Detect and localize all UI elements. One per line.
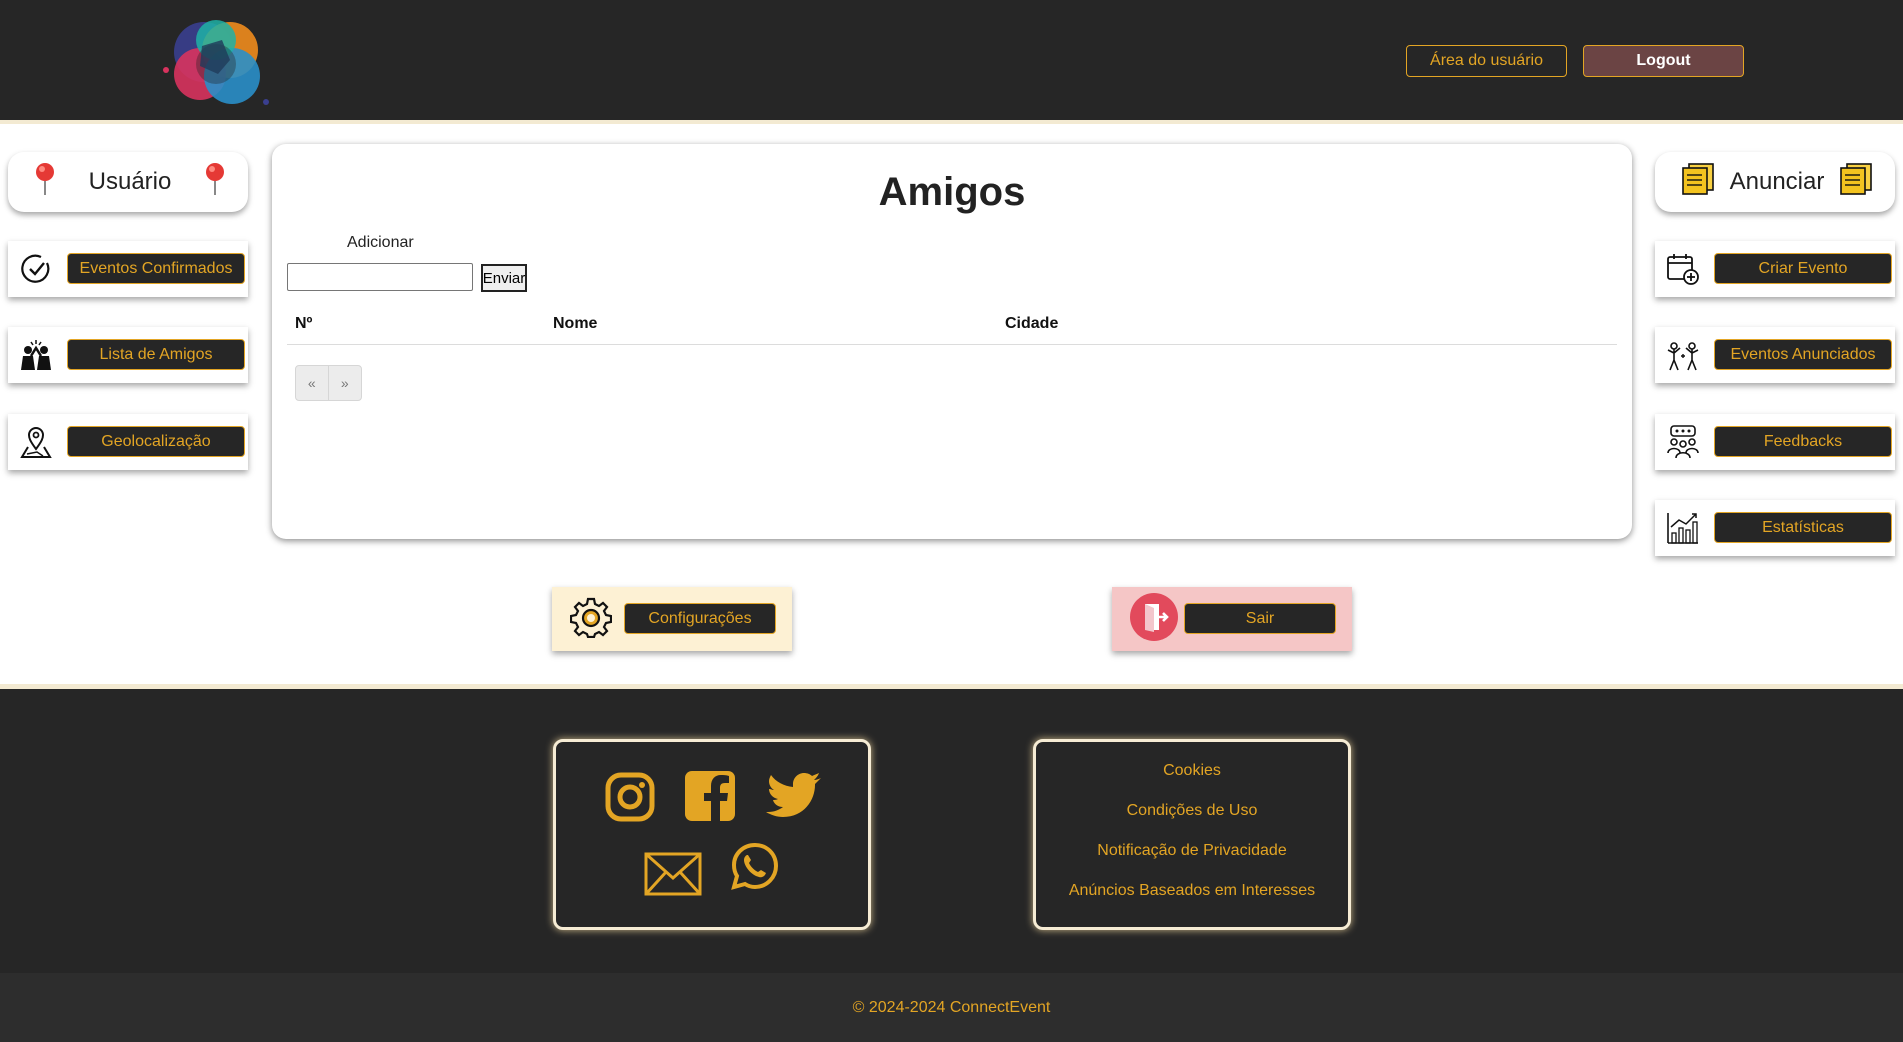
friends-panel: Amigos Adicionar Enviar Nº Nome Cidade «… <box>272 144 1632 539</box>
feedback-icon <box>1665 424 1701 460</box>
column-header-name: Nome <box>553 315 598 332</box>
pushpin-icon <box>34 162 56 203</box>
logout-button[interactable]: Logout <box>1583 45 1744 77</box>
sidebar-item-label[interactable]: Geolocalização <box>67 426 245 457</box>
sticky-notes-icon <box>1681 162 1715 203</box>
copyright: © 2024-2024 ConnectEvent <box>0 973 1903 1042</box>
sidebar-item-label[interactable]: Criar Evento <box>1714 253 1892 284</box>
gear-icon <box>569 596 613 643</box>
sidebar-item-label[interactable]: Lista de Amigos <box>67 339 245 370</box>
sidebar-item-label[interactable]: Eventos Confirmados <box>67 253 245 284</box>
check-circle-icon <box>18 251 54 287</box>
user-section-title: Usuário <box>8 152 248 212</box>
column-header-number: Nº <box>295 315 313 332</box>
social-links-box <box>553 739 871 930</box>
pushpin-icon <box>204 162 226 203</box>
settings-card[interactable]: Configurações <box>552 587 792 651</box>
mail-icon[interactable] <box>644 852 702 901</box>
user-section-title-label: Usuário <box>88 168 172 195</box>
twitter-icon[interactable] <box>766 772 822 825</box>
footer-link-cookies[interactable]: Cookies <box>1163 762 1221 785</box>
page-title: Amigos <box>878 170 1026 214</box>
sidebar-item-confirmed-events[interactable]: Eventos Confirmados <box>8 241 248 297</box>
sticky-notes-icon <box>1839 162 1873 203</box>
friends-table-header: Nº Nome Cidade <box>287 315 1617 345</box>
footer-link-ads[interactable]: Anúncios Baseados em Interesses <box>1069 882 1315 905</box>
sidebar-item-label[interactable]: Eventos Anunciados <box>1714 339 1892 370</box>
sidebar-item-announced-events[interactable]: Eventos Anunciados <box>1655 327 1895 383</box>
announce-section-title: Anunciar <box>1655 152 1895 212</box>
friends-icon <box>18 337 54 373</box>
whatsapp-icon[interactable] <box>731 842 779 895</box>
next-page-button[interactable]: » <box>329 366 362 400</box>
submit-button[interactable]: Enviar <box>481 264 527 292</box>
previous-page-button[interactable]: « <box>296 366 329 400</box>
instagram-icon[interactable] <box>605 772 655 827</box>
add-friend-label: Adicionar <box>347 234 414 251</box>
sidebar-item-create-event[interactable]: Criar Evento <box>1655 241 1895 297</box>
calendar-add-icon <box>1665 251 1701 287</box>
people-celebrate-icon <box>1665 337 1701 373</box>
footer-link-privacy[interactable]: Notificação de Privacidade <box>1097 842 1286 865</box>
sidebar-item-statistics[interactable]: Estatísticas <box>1655 500 1895 556</box>
top-navbar: Área do usuário Logout <box>0 0 1903 124</box>
facebook-icon[interactable] <box>684 770 736 827</box>
exit-door-icon <box>1130 592 1178 646</box>
sidebar-item-friends-list[interactable]: Lista de Amigos <box>8 327 248 383</box>
sidebar-item-feedbacks[interactable]: Feedbacks <box>1655 414 1895 470</box>
add-friend-input[interactable] <box>287 263 473 291</box>
exit-card[interactable]: Sair <box>1112 587 1352 651</box>
legal-links-box: Cookies Condições de Uso Notificação de … <box>1033 739 1351 930</box>
footer-link-terms[interactable]: Condições de Uso <box>1127 802 1258 825</box>
sidebar-item-label[interactable]: Estatísticas <box>1714 512 1892 543</box>
column-header-city: Cidade <box>1005 315 1059 332</box>
sidebar-item-label[interactable]: Feedbacks <box>1714 426 1892 457</box>
footer: Cookies Condições de Uso Notificação de … <box>0 684 1903 973</box>
sidebar-item-geolocation[interactable]: Geolocalização <box>8 414 248 470</box>
pagination: « » <box>295 365 362 401</box>
chart-icon <box>1665 510 1701 546</box>
exit-button[interactable]: Sair <box>1184 603 1336 634</box>
settings-button[interactable]: Configurações <box>624 603 776 634</box>
map-pin-icon <box>18 424 54 460</box>
announce-section-title-label: Anunciar <box>1729 168 1825 195</box>
user-area-button[interactable]: Área do usuário <box>1406 45 1567 77</box>
logo[interactable] <box>160 12 272 112</box>
